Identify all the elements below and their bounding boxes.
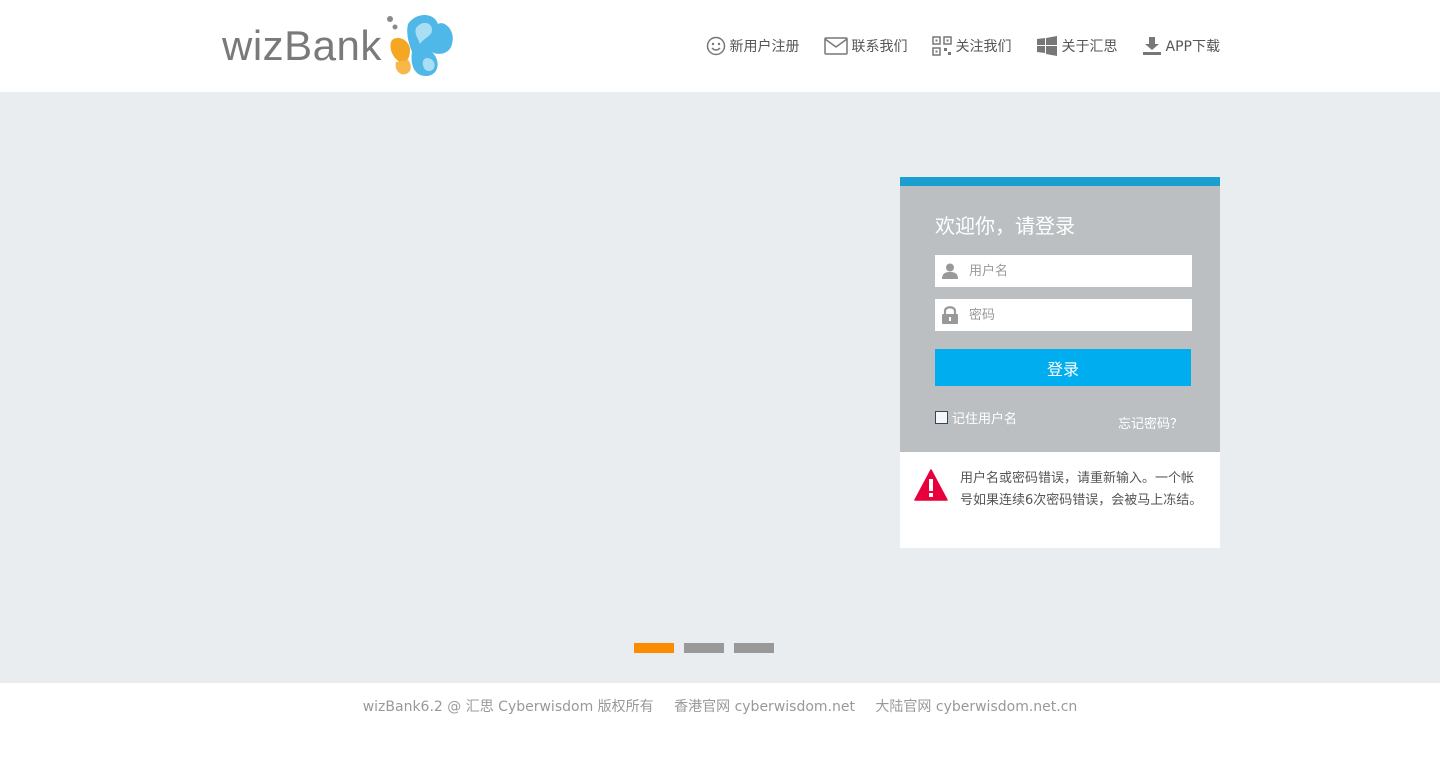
username-input[interactable] xyxy=(963,256,1192,286)
header: wizBank 新用户注册 联系我们 关注我们 关于汇思 APP下载 xyxy=(0,0,1440,92)
footer-line: wizBank6.2 @ 汇思 Cyberwisdom 版权所有 香港官网 cy… xyxy=(0,696,1440,716)
lock-icon xyxy=(937,299,963,331)
nav-app-download[interactable]: APP下载 xyxy=(1142,36,1220,56)
password-field xyxy=(935,299,1192,331)
smiley-icon xyxy=(706,36,725,56)
carousel-dot-1[interactable] xyxy=(634,643,674,653)
login-title: 欢迎你，请登录 xyxy=(935,214,1075,238)
forgot-password-link[interactable]: 忘记密码？ xyxy=(1118,413,1183,432)
remember-checkbox[interactable] xyxy=(935,411,948,424)
user-icon xyxy=(937,255,963,287)
username-field xyxy=(935,255,1192,287)
nav-about[interactable]: 关于汇思 xyxy=(1036,36,1118,56)
remember-label: 记住用户名 xyxy=(952,412,1018,427)
nav-app-download-label: APP下载 xyxy=(1165,39,1220,55)
download-icon xyxy=(1142,37,1161,55)
nav-follow[interactable]: 关注我们 xyxy=(931,36,1012,56)
carousel-indicators xyxy=(634,643,784,653)
envelope-icon xyxy=(823,37,848,55)
nav-contact-label: 联系我们 xyxy=(851,39,908,55)
warning-icon xyxy=(914,469,948,501)
login-button[interactable]: 登录 xyxy=(935,349,1191,386)
top-nav: 新用户注册 联系我们 关注我们 关于汇思 APP下载 xyxy=(682,36,1220,56)
windows-icon xyxy=(1036,36,1057,56)
wizbank-logo[interactable]: wizBank xyxy=(222,10,458,82)
error-text: 用户名或密码错误，请重新输入。一个帐号如果连续6次密码错误，会被马上冻结。 xyxy=(960,471,1203,508)
nav-follow-label: 关注我们 xyxy=(955,39,1012,55)
carousel-dot-3[interactable] xyxy=(734,643,774,653)
banner-area xyxy=(0,92,1440,683)
error-message-box: 用户名或密码错误，请重新输入。一个帐号如果连续6次密码错误，会被马上冻结。 xyxy=(900,452,1220,548)
footer-cn-site-link[interactable]: 大陆官网 cyberwisdom.net.cn xyxy=(875,699,1077,715)
footer-copyright: wizBank6.2 @ 汇思 Cyberwisdom 版权所有 xyxy=(362,699,654,715)
login-panel: 欢迎你，请登录 登录 记住用户名 忘记密码？ xyxy=(900,177,1220,452)
qrcode-icon xyxy=(931,36,952,56)
nav-register-label: 新用户注册 xyxy=(729,39,800,55)
password-input[interactable] xyxy=(963,300,1192,330)
butterfly-logo-icon xyxy=(386,15,453,76)
footer-hk-site-link[interactable]: 香港官网 cyberwisdom.net xyxy=(674,699,855,715)
remember-username[interactable]: 记住用户名 xyxy=(935,408,1017,427)
footer: wizBank6.2 @ 汇思 Cyberwisdom 版权所有 香港官网 cy… xyxy=(0,683,1440,771)
nav-about-label: 关于汇思 xyxy=(1061,39,1118,55)
logo-text: wizBank xyxy=(222,22,382,69)
nav-register[interactable]: 新用户注册 xyxy=(706,36,800,56)
nav-contact[interactable]: 联系我们 xyxy=(823,36,908,56)
carousel-dot-2[interactable] xyxy=(684,643,724,653)
